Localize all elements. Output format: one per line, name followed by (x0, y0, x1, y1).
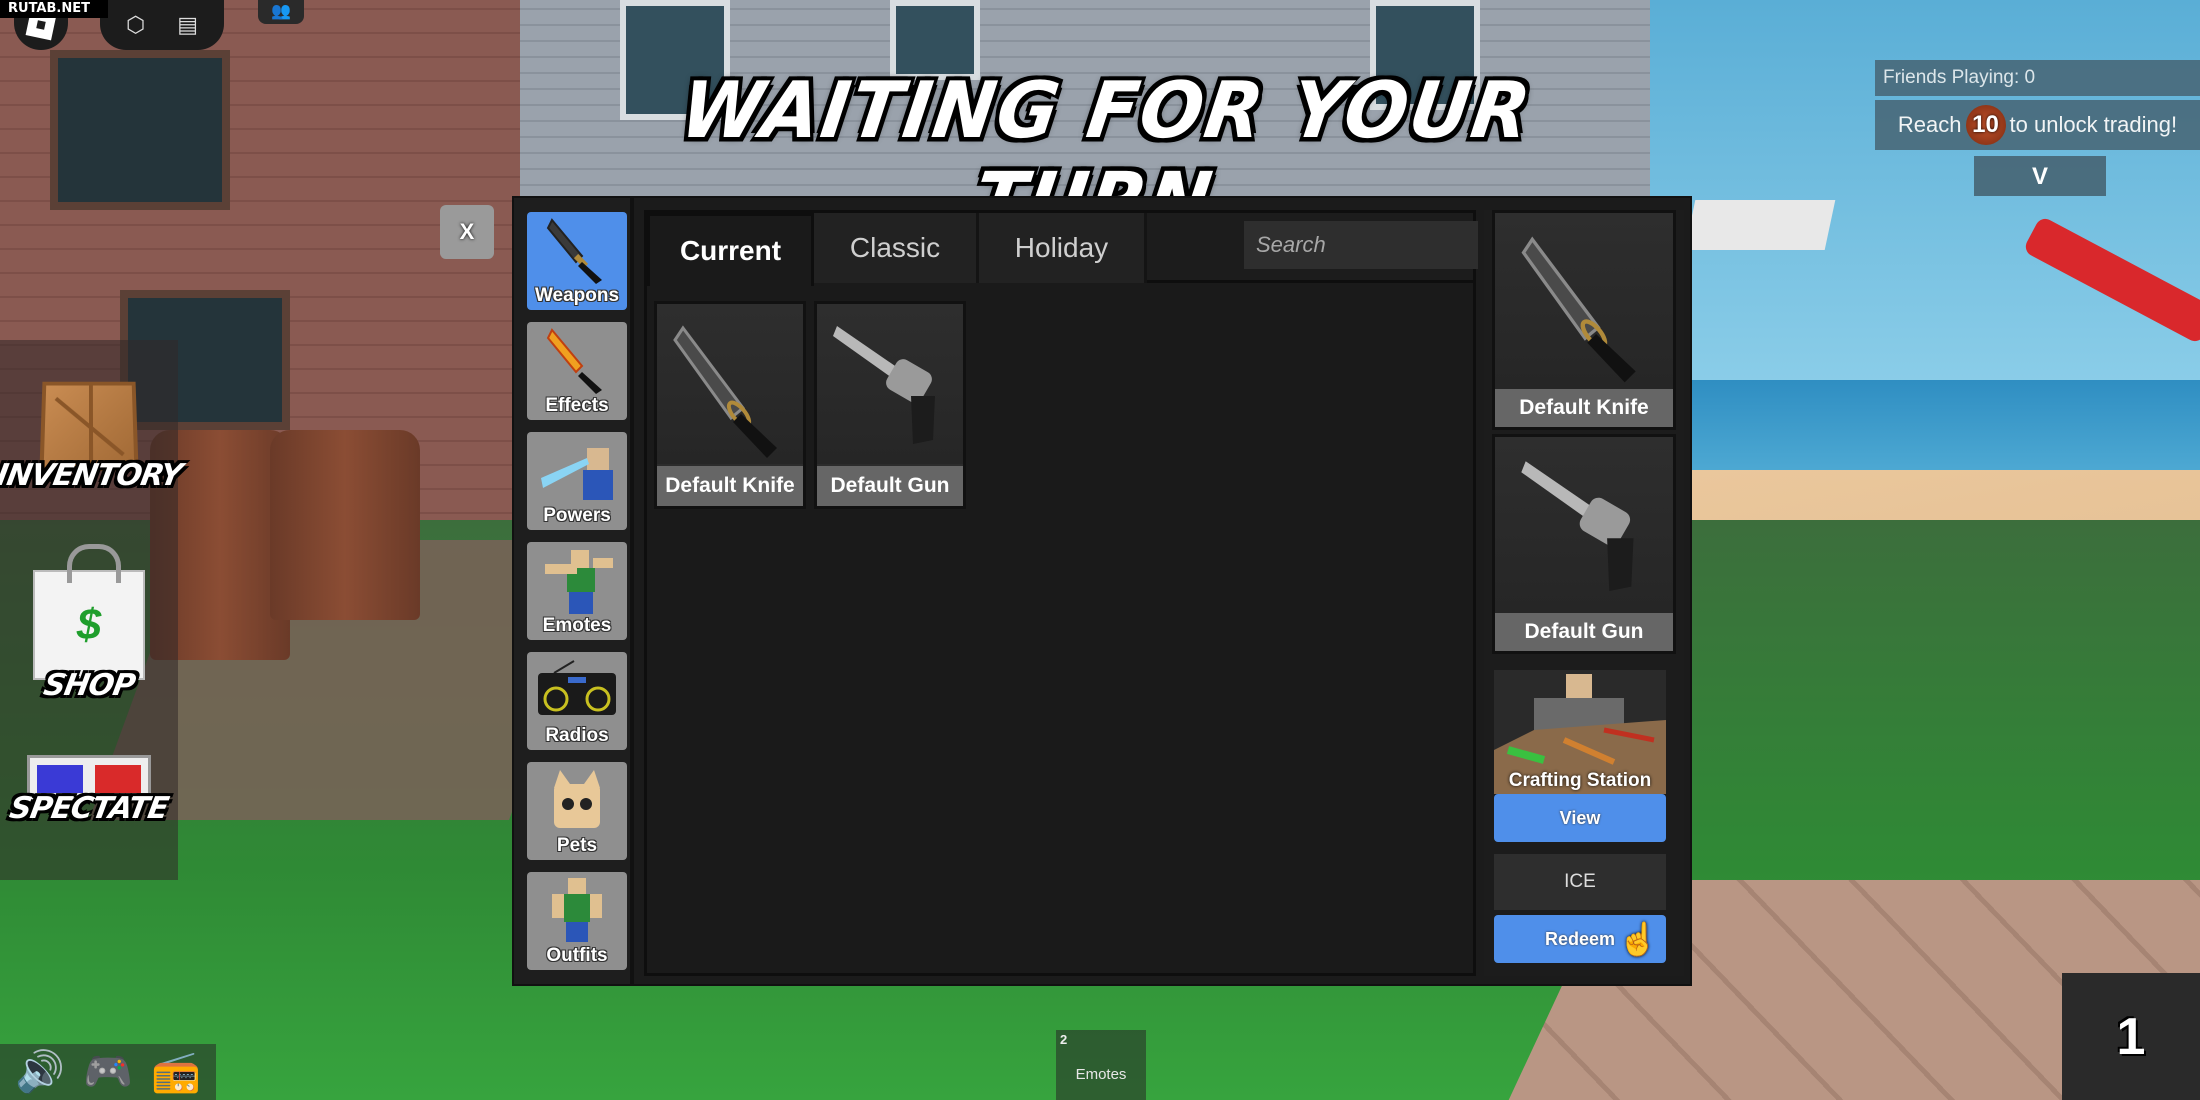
outfit-avatar-icon (527, 872, 627, 945)
knife-icon (657, 304, 803, 464)
crafting-station-label: Crafting Station (1508, 770, 1652, 791)
boombox-icon[interactable]: 📻 (151, 1052, 201, 1092)
boombox-icon (527, 652, 627, 725)
item-card[interactable]: Default Gun (814, 301, 966, 509)
equipped-knife-slot[interactable]: Default Knife (1492, 210, 1676, 430)
revolver-icon (1495, 437, 1673, 613)
category-label: Weapons (534, 285, 620, 306)
roblox-topbar-pill: ⬡ ▤ (100, 0, 224, 50)
tab-classic[interactable]: Classic (814, 213, 979, 283)
category-label: Effects (545, 395, 609, 416)
round-counter: 1 (2062, 973, 2200, 1100)
dab-emote-icon (527, 542, 627, 615)
category-radios[interactable]: Radios (527, 652, 627, 750)
items-panel: Current Classic Holiday Default Knife De… (644, 210, 1584, 976)
category-label: Radios (545, 725, 609, 746)
flaming-knife-icon (527, 322, 627, 395)
trade-suffix: to unlock trading! (2009, 112, 2178, 137)
shop-label: SHOP (40, 668, 138, 703)
category-outfits[interactable]: Outfits (527, 872, 627, 970)
item-name: Default Knife (657, 466, 803, 506)
gamepad-icon[interactable]: 🎮 (83, 1052, 133, 1092)
code-input[interactable] (1494, 854, 1666, 910)
trade-prefix: Reach (1897, 112, 1962, 137)
inventory-label: INVENTORY (0, 458, 185, 493)
spectate-label: SPECTATE (7, 791, 171, 826)
backpack-icon[interactable]: ⬡ (126, 14, 145, 36)
cat-pet-icon (527, 762, 627, 835)
category-powers[interactable]: Powers (527, 432, 627, 530)
category-label: Outfits (546, 945, 608, 966)
view-crafting-button[interactable]: View (1494, 794, 1666, 842)
category-weapons[interactable]: Weapons (527, 212, 627, 310)
category-sidebar: Weapons Effects Powers Emotes Radios Pet… (514, 198, 634, 984)
expand-player-list-button[interactable]: V (1974, 156, 2106, 196)
left-hud: INVENTORY $ SHOP SPECTATE (0, 340, 184, 880)
hotbar-slot-number: 2 (1060, 1032, 1068, 1047)
knife-icon (527, 212, 627, 285)
hand-cursor-icon: ☝ (1618, 921, 1658, 957)
item-card[interactable]: Default Knife (654, 301, 806, 509)
hotbar-slot-emotes[interactable]: 2 Emotes (1056, 1030, 1146, 1100)
category-label: Pets (556, 835, 598, 856)
equipped-gun-slot[interactable]: Default Gun (1492, 434, 1676, 654)
search-box (1244, 221, 1584, 269)
category-pets[interactable]: Pets (527, 762, 627, 860)
equipped-panel: Default Knife Default Gun Crafting Stati… (1484, 210, 1684, 976)
inventory-button[interactable]: INVENTORY (0, 380, 184, 493)
tab-bar: Current Classic Holiday (647, 213, 1584, 286)
close-inventory-button[interactable]: X (440, 205, 494, 259)
shop-button[interactable]: $ SHOP (0, 544, 178, 703)
revolver-icon (817, 304, 963, 464)
friends-button[interactable]: 👥 (258, 0, 304, 24)
spectate-button[interactable]: SPECTATE (0, 755, 178, 826)
inventory-window: Weapons Effects Powers Emotes Radios Pet… (512, 196, 1692, 986)
knife-icon (1495, 213, 1673, 389)
category-emotes[interactable]: Emotes (527, 542, 627, 640)
category-label: Emotes (542, 615, 612, 636)
equipped-item-name: Default Gun (1495, 613, 1673, 651)
category-effects[interactable]: Effects (527, 322, 627, 420)
item-name: Default Gun (817, 466, 963, 506)
hotbar-slot-label: Emotes (1075, 1066, 1127, 1083)
chat-icon[interactable]: ▤ (177, 14, 198, 36)
barrel (270, 430, 420, 620)
speaker-icon[interactable]: 🔊 (15, 1052, 65, 1092)
category-label: Powers (543, 505, 611, 526)
bottom-left-toolbar: 🔊 🎮 📻 (0, 1044, 216, 1100)
watermark: RUTAB.NET (0, 0, 108, 18)
canopy (1684, 200, 1836, 250)
tab-current[interactable]: Current (647, 213, 814, 286)
friends-playing-label: Friends Playing: 0 (1875, 60, 2200, 96)
dollar-icon: $ (76, 600, 102, 649)
power-beam-icon (527, 432, 627, 505)
friends-icon: 👥 (271, 3, 291, 20)
equipped-item-name: Default Knife (1495, 389, 1673, 427)
crafting-station-card: Crafting Station (1494, 670, 1666, 794)
shopping-bag-icon: $ (33, 544, 145, 680)
trade-unlock-message: Reach 10 to unlock trading! (1875, 100, 2200, 150)
tab-holiday[interactable]: Holiday (979, 213, 1147, 283)
level-badge: 10 (1965, 105, 2006, 145)
